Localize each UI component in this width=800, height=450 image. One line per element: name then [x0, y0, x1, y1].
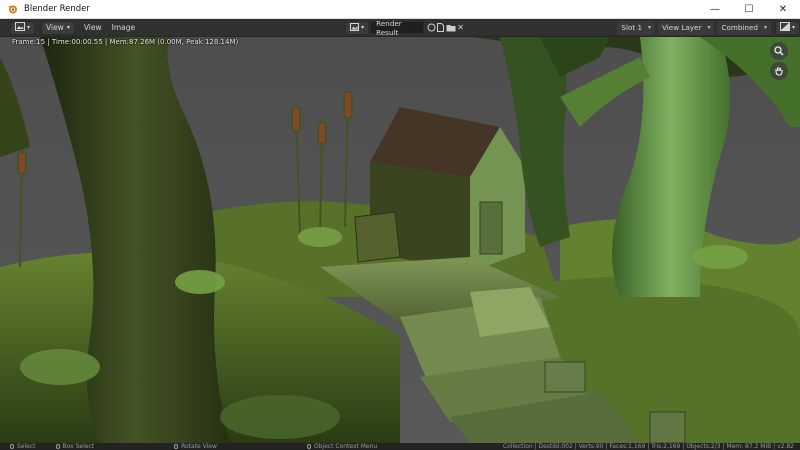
unlink-close-icon[interactable]: ✕: [456, 21, 466, 35]
image-browse-icon: [350, 22, 360, 33]
maximize-button[interactable]: ☐: [732, 0, 766, 19]
view-layer-label: View Layer: [662, 23, 702, 32]
mouse-right-icon: [306, 444, 311, 449]
view-layer-dropdown[interactable]: View Layer ▾: [658, 20, 715, 35]
zoom-icon[interactable]: [770, 42, 788, 60]
close-button[interactable]: ✕: [766, 0, 800, 19]
status-context-menu: Object Context Menu: [306, 443, 377, 450]
open-folder-icon[interactable]: [446, 21, 456, 35]
display-channels-icon: [780, 22, 790, 33]
status-box-select: Box Select: [55, 443, 94, 450]
window-title: Blender Render: [24, 4, 90, 14]
image-browse-button[interactable]: ▾: [345, 20, 370, 35]
chevron-down-icon: ▾: [361, 24, 365, 31]
mouse-left-icon: [55, 444, 60, 449]
status-rotate-view: Rotate View: [174, 443, 217, 450]
chevron-down-icon: ▾: [66, 24, 70, 31]
mouse-left-icon: [10, 444, 14, 449]
menu-image[interactable]: Image: [107, 23, 141, 32]
chevron-down-icon: ▾: [707, 24, 711, 31]
display-channels-button[interactable]: ▾: [775, 20, 800, 35]
menu-view[interactable]: View: [79, 23, 107, 32]
minimize-button[interactable]: —: [698, 0, 732, 19]
chevron-down-icon: ▾: [792, 24, 796, 31]
fake-user-shield-icon[interactable]: [426, 21, 436, 35]
render-pass-dropdown[interactable]: Combined ▾: [717, 20, 771, 35]
hand-pan-icon[interactable]: [770, 62, 788, 80]
render-frame-info: Frame:15 | Time:00:00.55 | Mem:87.26M (0…: [12, 38, 239, 46]
view-mode-dropdown[interactable]: View ▾: [41, 20, 75, 35]
chevron-down-icon: ▾: [27, 24, 31, 31]
new-image-icon[interactable]: [436, 21, 446, 35]
render-result-image: [0, 37, 800, 443]
chevron-down-icon: ▾: [763, 24, 767, 31]
view-mode-label: View: [46, 23, 64, 32]
status-select: Select: [10, 443, 36, 450]
render-pass-label: Combined: [721, 23, 758, 32]
blender-logo-icon: [4, 0, 20, 19]
slot-label: Slot 1: [621, 23, 643, 32]
window-title-bar: Blender Render — ☐ ✕: [0, 0, 800, 19]
image-name-field[interactable]: Render Result: [370, 19, 425, 37]
editor-type-button[interactable]: ▾: [10, 20, 36, 35]
render-result-viewport[interactable]: Frame:15 | Time:00:00.55 | Mem:87.26M (0…: [0, 37, 800, 443]
window-controls: — ☐ ✕: [698, 0, 800, 19]
image-editor-icon: [15, 22, 25, 33]
status-bar: Select Box Select Rotate View Object Con…: [0, 443, 800, 450]
mouse-middle-icon: [174, 444, 179, 449]
slot-dropdown[interactable]: Slot 1 ▾: [617, 20, 656, 35]
image-editor-header: ▾ View ▾ View Image ▾ Render Result ✕ Sl…: [0, 19, 800, 37]
chevron-down-icon: ▾: [648, 24, 652, 31]
scene-statistics: Collection | Destibl.002 | Verts:90 | Fa…: [502, 443, 794, 450]
